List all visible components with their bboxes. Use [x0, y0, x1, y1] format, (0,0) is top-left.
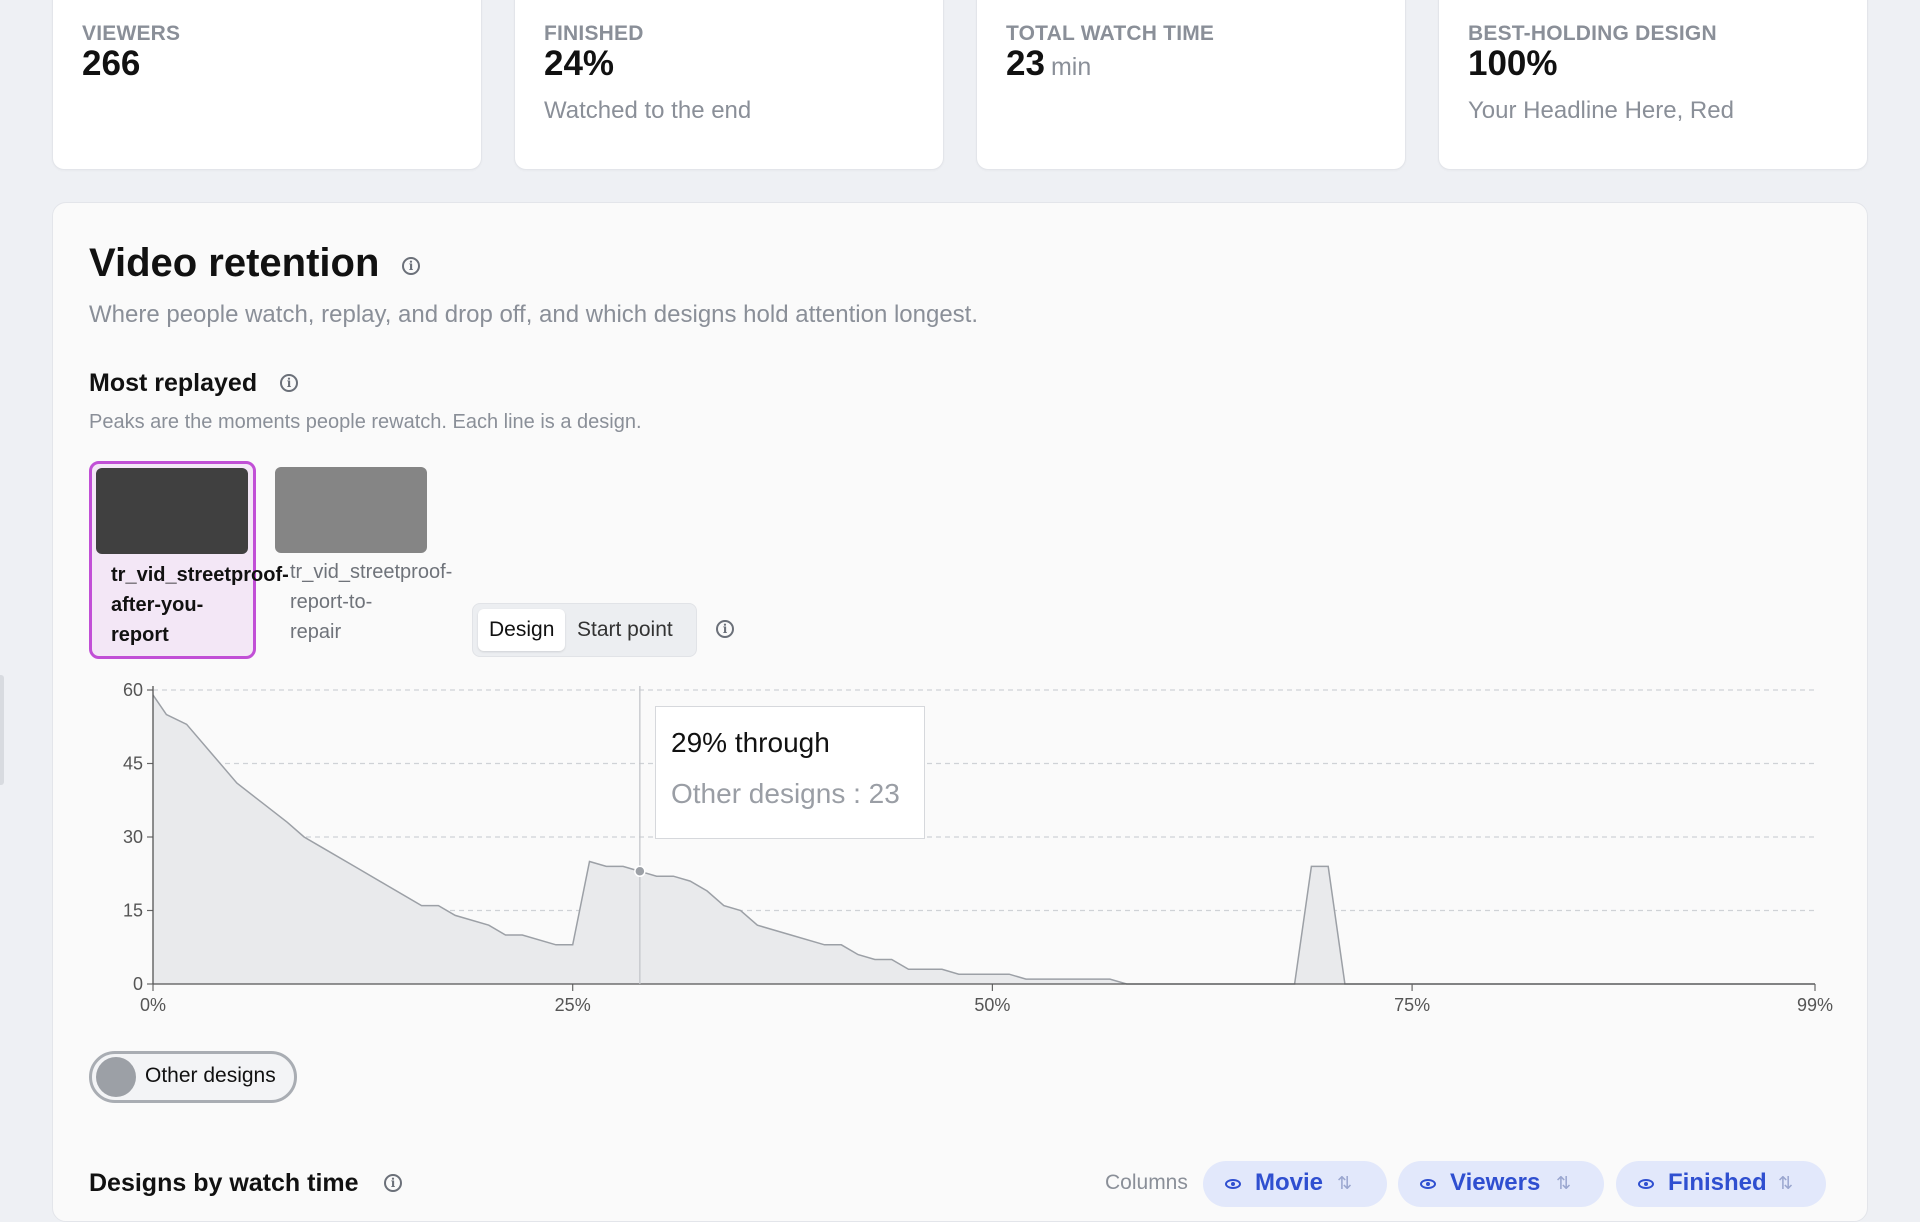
design-thumbnail [275, 467, 427, 553]
stat-value: 24% [544, 44, 615, 83]
y-tick-label: 45 [123, 754, 143, 774]
window-edge [0, 675, 4, 785]
info-icon[interactable]: i [280, 374, 298, 392]
info-icon[interactable]: i [716, 620, 734, 638]
stat-card-total-watch-time: TOTAL WATCH TIME 23 min [976, 0, 1406, 170]
x-tick-label: 25% [555, 995, 591, 1015]
section-title: Most replayed [89, 369, 258, 397]
column-pill-movie[interactable]: Movie ⇅ [1203, 1161, 1387, 1207]
sort-icon[interactable]: ⇅ [1337, 1161, 1352, 1205]
section-title: Designs by watch time [89, 1169, 359, 1197]
series-area [153, 694, 1815, 984]
column-pill-viewers[interactable]: Viewers ⇅ [1398, 1161, 1604, 1207]
stat-label: BEST-HOLDING DESIGN [1468, 22, 1717, 45]
x-tick-label: 0% [140, 995, 166, 1015]
tooltip-title: 29% through [671, 727, 830, 758]
design-label: tr_vid_streetproof- report-to- repair [290, 561, 453, 643]
stat-subtext: Your Headline Here, Red [1468, 97, 1734, 124]
eye-icon [1420, 1179, 1436, 1189]
y-tick-label: 30 [123, 827, 143, 847]
legend-label: Other designs [145, 1064, 276, 1087]
stat-value: 100% [1468, 44, 1558, 83]
eye-icon [1225, 1179, 1241, 1189]
stat-unit: min [1050, 53, 1092, 81]
y-tick-label: 15 [123, 901, 143, 921]
info-icon[interactable]: i [402, 257, 420, 275]
eye-icon [1638, 1179, 1654, 1189]
hover-point [634, 865, 646, 878]
design-card-selected[interactable]: tr_vid_streetproof- after-you- report [89, 461, 289, 659]
stat-subtext: Watched to the end [544, 97, 752, 124]
stat-label: TOTAL WATCH TIME [1006, 22, 1215, 45]
stat-label: VIEWERS [82, 22, 181, 45]
panel-subtitle: Where people watch, replay, and drop off… [89, 301, 979, 328]
design-card[interactable]: tr_vid_streetproof- report-to- repair [275, 467, 452, 647]
toggle-start-point[interactable]: Start point [566, 609, 684, 651]
stat-value: 266 [82, 44, 141, 83]
stat-card-best-holding-design: BEST-HOLDING DESIGN 100% Your Headline H… [1438, 0, 1868, 170]
tooltip-value: Other designs : 23 [671, 778, 900, 809]
columns-label: Columns [1105, 1171, 1188, 1194]
x-tick-label: 99% [1797, 995, 1833, 1015]
design-thumbnail [96, 468, 248, 554]
stat-value: 23 min [1006, 44, 1092, 83]
info-icon[interactable]: i [384, 1174, 402, 1192]
sort-icon[interactable]: ⇅ [1556, 1161, 1571, 1205]
toggle-design[interactable]: Design [478, 609, 566, 651]
stat-label: FINISHED [544, 22, 644, 45]
x-tick-label: 50% [974, 995, 1010, 1015]
column-pill-finished[interactable]: Finished ⇅ [1616, 1161, 1826, 1207]
legend-toggle-other-designs[interactable]: Other designs [89, 1051, 297, 1103]
video-retention-panel: Video retention i Where people watch, re… [52, 202, 1868, 1222]
section-subtitle: Peaks are the moments people rewatch. Ea… [89, 411, 642, 433]
stat-card-finished: FINISHED 24% Watched to the end [514, 0, 944, 170]
legend-swatch [96, 1057, 136, 1097]
stat-card-viewers: VIEWERS 266 [52, 0, 482, 170]
sort-icon[interactable]: ⇅ [1778, 1161, 1793, 1205]
y-tick-label: 60 [123, 680, 143, 700]
y-tick-label: 0 [133, 974, 143, 994]
x-tick-label: 75% [1394, 995, 1430, 1015]
panel-title: Video retention [89, 241, 380, 285]
group-by-toggle: Design Start point [472, 603, 697, 657]
design-label: tr_vid_streetproof- after-you- report [111, 564, 289, 646]
chart-tooltip: 29% through Other designs : 23 [655, 706, 925, 839]
